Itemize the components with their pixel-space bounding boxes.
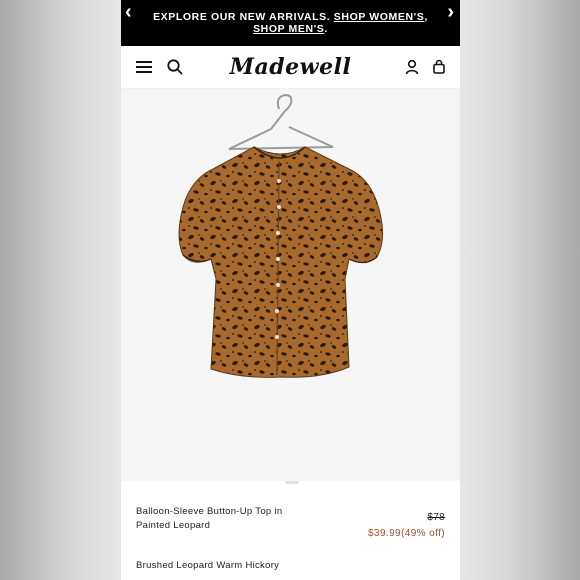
promo-message: EXPLORE OUR NEW ARRIVALS.: [153, 11, 331, 23]
shop-women-link[interactable]: SHOP WOMEN'S: [334, 11, 425, 23]
product-title[interactable]: Balloon-Sleeve Button-Up Top in Painted …: [136, 505, 306, 533]
original-price: $78: [427, 512, 445, 523]
shop-men-link[interactable]: SHOP MEN'S: [253, 23, 324, 35]
promo-separator: ,: [424, 11, 428, 23]
color-name: Brushed Leopard Warm Hickory: [136, 560, 280, 571]
site-header: Madewell: [121, 46, 460, 89]
background-right: [460, 0, 580, 580]
chevron-right-icon[interactable]: ›: [447, 2, 454, 22]
promo-text: EXPLORE OUR NEW ARRIVALS. SHOP WOMEN'S, …: [146, 11, 436, 35]
blouse-illustration: [178, 93, 383, 378]
phone-screen: ‹ EXPLORE OUR NEW ARRIVALS. SHOP WOMEN'S…: [121, 0, 460, 580]
image-carousel-indicator[interactable]: [285, 481, 299, 484]
account-icon[interactable]: [402, 57, 422, 77]
product-image[interactable]: [121, 89, 460, 481]
promo-end: .: [324, 23, 328, 35]
chevron-left-icon[interactable]: ‹: [125, 2, 132, 22]
product-info: Balloon-Sleeve Button-Up Top in Painted …: [136, 505, 445, 571]
promo-banner: ‹ EXPLORE OUR NEW ARRIVALS. SHOP WOMEN'S…: [121, 0, 460, 46]
sale-price: $39.99(49% off): [368, 528, 445, 539]
bag-icon[interactable]: [429, 57, 449, 77]
background-left: [0, 0, 121, 580]
